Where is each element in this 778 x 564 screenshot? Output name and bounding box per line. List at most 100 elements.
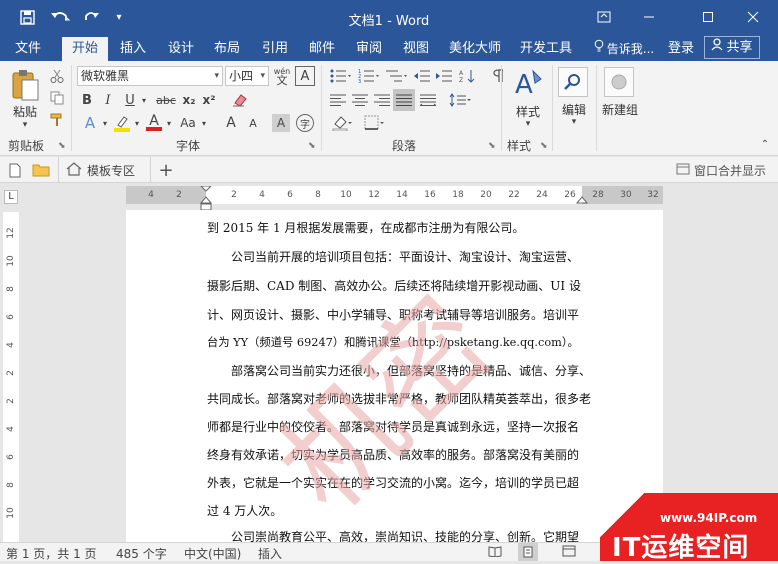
line-spacing-icon[interactable]	[446, 91, 474, 109]
subscript-button[interactable]: x₂	[180, 91, 198, 109]
close-icon[interactable]	[735, 4, 771, 30]
merge-windows-label: 窗口合并显示	[694, 164, 767, 178]
strikethrough-button[interactable]: abc	[154, 91, 178, 109]
shading-icon[interactable]	[330, 114, 356, 132]
tab-insert[interactable]: 插入	[112, 37, 154, 61]
clipboard-launcher-icon[interactable]: ⬊	[58, 141, 66, 151]
ribbon-display-icon[interactable]	[586, 4, 622, 30]
new-group-icon[interactable]	[604, 67, 634, 97]
sort-icon[interactable]: AZ	[457, 67, 479, 85]
minimize-icon[interactable]	[631, 4, 667, 30]
collapse-ribbon-icon[interactable]: ⌃	[758, 137, 772, 151]
font-size-select[interactable]: 小四 ▾	[225, 66, 269, 86]
font-launcher-icon[interactable]: ⬊	[308, 141, 316, 151]
open-folder-icon[interactable]	[30, 161, 52, 179]
borders-icon[interactable]	[362, 114, 388, 132]
show-marks-icon[interactable]	[490, 67, 508, 85]
share-button[interactable]: 共享	[704, 36, 760, 59]
svg-text:A: A	[459, 70, 464, 77]
bold-button[interactable]: B	[78, 91, 96, 109]
vertical-ruler[interactable]: 12 10 8 6 4 2 2 4 6 8 10	[3, 212, 19, 542]
right-indent-icon[interactable]	[576, 194, 588, 204]
tab-beautify[interactable]: 美化大师	[444, 37, 506, 61]
align-center-icon[interactable]	[350, 91, 370, 109]
font-group-label: 字体	[176, 139, 201, 153]
font-name-select[interactable]: 微软雅黑 ▾	[77, 66, 223, 86]
character-shading-button[interactable]: A	[272, 114, 290, 132]
clipboard-group-label: 剪贴板	[8, 139, 45, 153]
phonetic-guide-button[interactable]: wén 文	[272, 65, 292, 87]
underline-button[interactable]: U	[121, 91, 139, 109]
chevron-down-icon[interactable]: ▾	[100, 113, 110, 133]
find-icon[interactable]	[558, 67, 588, 97]
increase-indent-icon[interactable]	[434, 67, 454, 85]
paste-dropdown-icon[interactable]: ▾	[9, 119, 41, 131]
align-right-icon[interactable]	[372, 91, 392, 109]
copy-icon[interactable]	[48, 89, 66, 107]
insert-mode[interactable]: 插入	[258, 545, 282, 562]
print-layout-icon[interactable]	[518, 543, 538, 561]
change-case-button[interactable]: Aa	[177, 113, 199, 133]
italic-button[interactable]: I	[100, 91, 116, 109]
add-tab-button[interactable]: +	[156, 159, 176, 181]
text-effects-icon[interactable]: A	[80, 113, 100, 133]
paragraph-line: 公司崇尚教育公平、高效，崇尚知识、技能的分享、创新。它期望	[207, 530, 580, 542]
tab-mailings[interactable]: 邮件	[300, 37, 344, 61]
shrink-font-button[interactable]: A	[244, 113, 262, 133]
font-color-button[interactable]: A	[144, 113, 164, 133]
editing-dropdown-icon[interactable]: ▾	[564, 116, 584, 128]
lightbulb-icon	[594, 37, 604, 61]
align-left-icon[interactable]	[328, 91, 348, 109]
chevron-down-icon[interactable]: ▾	[132, 113, 142, 133]
paragraph-launcher-icon[interactable]: ⬊	[488, 141, 496, 151]
tab-design[interactable]: 设计	[160, 37, 202, 61]
superscript-button[interactable]: x²	[200, 91, 218, 109]
group-divider	[71, 65, 72, 151]
document-page[interactable]: 到 2015 年 1 月根据发展需要，在成都市注册为有限公司。 公司当前开展的培…	[126, 210, 663, 542]
paste-label[interactable]: 粘贴	[8, 103, 42, 120]
underline-dropdown-icon[interactable]: ▾	[139, 91, 149, 109]
chevron-down-icon[interactable]: ▾	[199, 113, 209, 133]
tab-home[interactable]: 开始	[62, 37, 108, 61]
styles-icon[interactable]: A	[511, 66, 545, 102]
paste-icon[interactable]	[9, 67, 41, 103]
highlight-icon[interactable]	[112, 113, 132, 133]
justify-icon[interactable]	[393, 89, 415, 111]
tab-review[interactable]: 审阅	[347, 37, 391, 61]
tab-selector[interactable]: L	[4, 190, 18, 204]
ribbon-tab-bar: 文件 开始 插入 设计 布局 引用 邮件 审阅 视图 美化大师 开发工具 告诉我…	[0, 34, 778, 61]
font-name-value: 微软雅黑	[81, 69, 130, 83]
page-count[interactable]: 第 1 页，共 1 页	[6, 545, 97, 562]
multilevel-list-icon[interactable]	[384, 67, 410, 85]
tab-developer[interactable]: 开发工具	[514, 37, 578, 61]
word-count[interactable]: 485 个字	[116, 545, 167, 562]
new-document-icon[interactable]	[6, 161, 24, 179]
format-painter-icon[interactable]	[48, 111, 66, 129]
read-mode-icon[interactable]	[488, 545, 502, 560]
styles-launcher-icon[interactable]: ⬊	[540, 141, 548, 151]
clear-formatting-icon[interactable]	[230, 91, 250, 109]
distributed-icon[interactable]	[418, 91, 438, 109]
tab-view[interactable]: 视图	[394, 37, 438, 61]
decrease-indent-icon[interactable]	[412, 67, 432, 85]
tab-references[interactable]: 引用	[254, 37, 296, 61]
bullets-icon[interactable]	[328, 67, 354, 85]
web-layout-icon[interactable]	[562, 545, 576, 560]
language-indicator[interactable]: 中文(中国)	[184, 545, 241, 562]
grow-font-button[interactable]: A	[222, 113, 240, 133]
template-zone-tab[interactable]: 模板专区	[66, 160, 135, 180]
ruler-tick: 2	[6, 398, 16, 404]
chevron-down-icon[interactable]: ▾	[164, 113, 174, 133]
enclose-characters-button[interactable]: 字	[296, 114, 314, 132]
new-group-label[interactable]: 新建组	[598, 101, 642, 118]
tell-me-box[interactable]: 告诉我...	[588, 37, 660, 61]
tab-layout[interactable]: 布局	[206, 37, 248, 61]
login-link[interactable]: 登录	[664, 37, 698, 61]
numbering-icon[interactable]: 123	[356, 67, 382, 85]
merge-windows-button[interactable]: 窗口合并显示	[676, 162, 766, 179]
tab-file[interactable]: 文件	[6, 37, 50, 61]
cut-icon[interactable]	[48, 67, 66, 85]
character-border-button[interactable]: A	[295, 66, 315, 86]
styles-dropdown-icon[interactable]: ▾	[518, 118, 538, 130]
maximize-icon[interactable]	[690, 4, 726, 30]
